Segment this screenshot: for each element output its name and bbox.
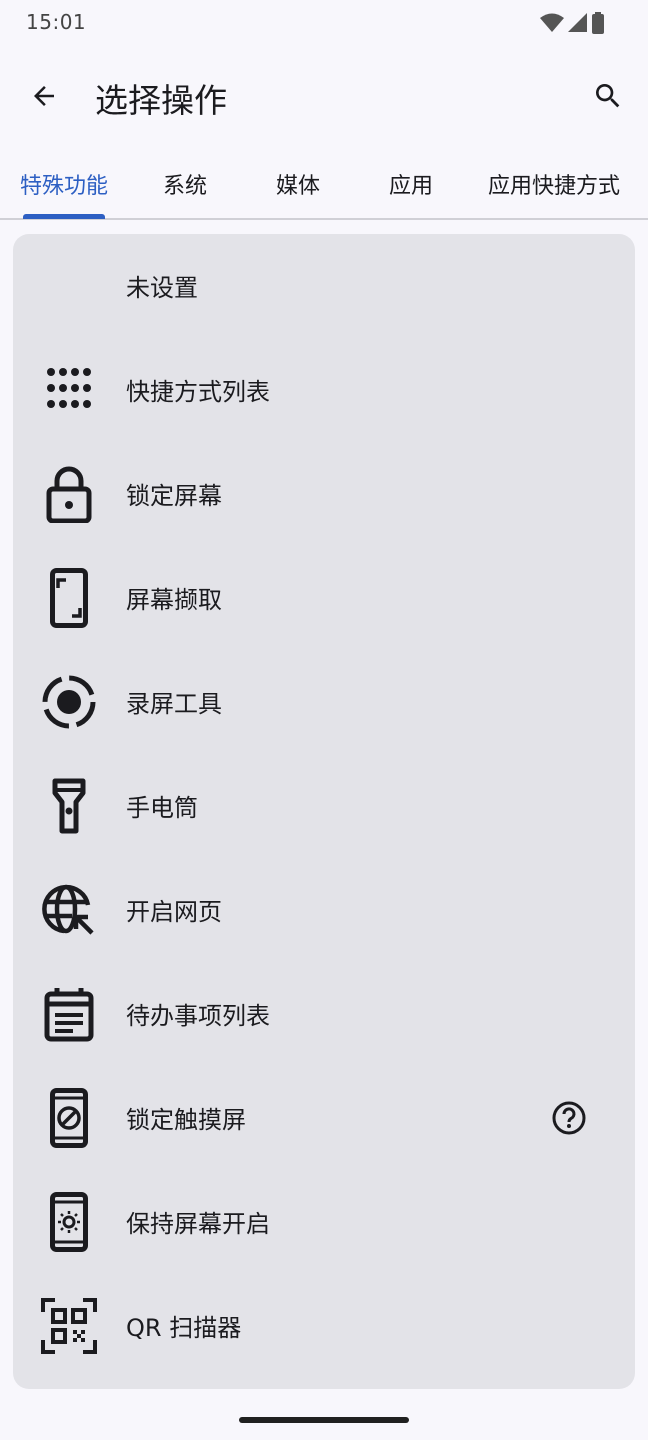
list-item-not-set[interactable]: 未设置 (13, 234, 635, 338)
screen-on-icon (39, 1192, 99, 1252)
list-item-todo-list[interactable]: 待办事项列表 (13, 962, 635, 1066)
screen-record-icon (39, 672, 99, 732)
item-label: 开启网页 (126, 898, 222, 926)
flashlight-icon (39, 776, 99, 836)
touch-lock-icon (39, 1088, 99, 1148)
item-label: 屏幕撷取 (126, 586, 222, 614)
tab-media[interactable]: 媒体 (276, 168, 320, 200)
list-item-shortcut-list[interactable]: 快捷方式列表 (13, 338, 635, 442)
status-time: 15:01 (26, 10, 87, 34)
todo-list-icon (39, 984, 99, 1044)
screenshot-icon (39, 568, 99, 628)
search-button[interactable] (584, 72, 632, 120)
item-label: 锁定触摸屏 (126, 1106, 246, 1134)
battery-icon (592, 12, 604, 34)
tab-special-functions[interactable]: 特殊功能 (20, 168, 108, 200)
gesture-nav-handle[interactable] (239, 1417, 409, 1423)
qr-scanner-icon (39, 1296, 99, 1356)
status-icons (540, 12, 604, 34)
list-item-screenshot[interactable]: 屏幕撷取 (13, 546, 635, 650)
list-item-lock-screen[interactable]: 锁定屏幕 (13, 442, 635, 546)
wifi-icon (540, 13, 564, 32)
list-item-lock-touchscreen[interactable]: 锁定触摸屏 (13, 1066, 635, 1170)
cell-signal-icon (568, 13, 587, 32)
help-icon (552, 1101, 586, 1135)
list-item-keep-screen-on[interactable]: 保持屏幕开启 (13, 1170, 635, 1274)
action-list: 未设置 快捷方式列表 锁定屏幕 屏幕撷取 录屏工具 手电筒 开启网页 待办事项列… (13, 234, 635, 1389)
list-item-flashlight[interactable]: 手电筒 (13, 754, 635, 858)
app-bar: 选择操作 (0, 52, 648, 140)
list-item-qr-scanner[interactable]: QR 扫描器 (13, 1274, 635, 1378)
item-label: 锁定屏幕 (126, 482, 222, 510)
tab-indicator (23, 214, 105, 219)
item-label: 未设置 (126, 274, 198, 302)
item-label: 快捷方式列表 (126, 378, 270, 406)
page-title: 选择操作 (95, 81, 227, 120)
open-web-icon (39, 880, 99, 940)
tab-apps[interactable]: 应用 (389, 168, 433, 200)
item-label: 录屏工具 (126, 690, 222, 718)
apps-grid-icon (39, 360, 99, 420)
item-label: 手电筒 (126, 794, 198, 822)
arrow-back-icon (34, 86, 54, 106)
lock-icon (39, 464, 99, 524)
tab-app-shortcuts[interactable]: 应用快捷方式 (488, 168, 620, 200)
help-button[interactable] (549, 1098, 589, 1138)
item-label: QR 扫描器 (126, 1314, 242, 1342)
item-label: 保持屏幕开启 (126, 1210, 270, 1238)
search-icon (596, 84, 620, 108)
list-item-open-web[interactable]: 开启网页 (13, 858, 635, 962)
list-item-screen-record[interactable]: 录屏工具 (13, 650, 635, 754)
item-label: 待办事项列表 (126, 1002, 270, 1030)
status-bar: 15:01 (0, 0, 648, 44)
tab-system[interactable]: 系统 (163, 168, 207, 200)
back-button[interactable] (20, 72, 68, 120)
tab-bar: 特殊功能 系统 媒体 应用 应用快捷方式 (0, 150, 648, 220)
